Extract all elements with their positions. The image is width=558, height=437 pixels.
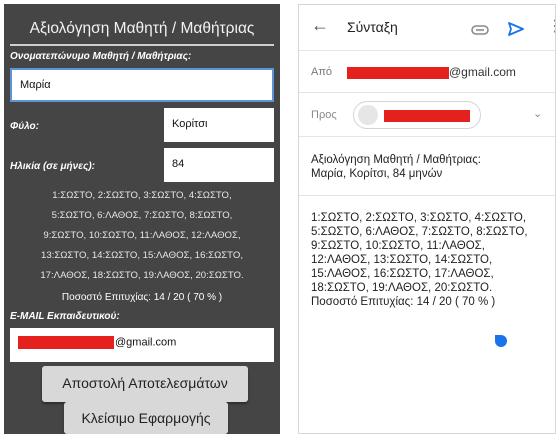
gender-label: Φύλο: [10,121,39,132]
redacted-email-bar [18,336,114,349]
from-label: Από [311,66,333,78]
back-arrow-icon[interactable]: ← [311,15,329,36]
results-line: 13:ΣΩΣΤΟ, 14:ΣΩΣΤΟ, 15:ΛΑΘΟΣ, 16:ΣΩΣΤΟ, [40,250,243,261]
text-cursor-handle[interactable] [495,335,507,347]
success-score: Ποσοστό Επιτυχίας: 14 / 20 ( 70 % ) [61,292,223,303]
more-vert-icon[interactable]: ⋮ [547,16,555,36]
subject-line: Μαρία, Κορίτσι, 84 μηνών [311,168,443,180]
chevron-down-icon[interactable]: ⌄ [533,107,542,120]
student-name-input[interactable]: Μαρία [10,68,274,102]
to-row[interactable]: Προς ⌄ [299,93,555,137]
email-domain: @gmail.com [115,336,177,349]
from-row: Από @gmail.com [299,51,555,93]
redacted-sender-bar [347,67,449,79]
subject-divider [299,195,555,196]
subject-field[interactable]: Αξιολόγηση Μαθητή / Μαθήτριας: Μαρία, Κο… [311,153,549,181]
name-label: Ονοματεπώνυμο Μαθητή / Μαθήτριας: [10,51,192,62]
subject-line: Αξιολόγηση Μαθητή / Μαθήτριας: [311,154,481,166]
results-list: 1:ΣΩΣΤΟ, 2:ΣΩΣΤΟ, 3:ΣΩΣΤΟ, 4:ΣΩΣΤΟ, 5:ΣΩ… [10,186,274,286]
compose-title: Σύνταξη [347,19,398,35]
close-app-button[interactable]: Κλείσιμο Εφαρμογής [64,402,228,434]
attachment-icon[interactable] [471,25,489,35]
send-results-button[interactable]: Αποστολή Αποτελεσμάτων [42,366,248,402]
results-line: 1:ΣΩΣΤΟ, 2:ΣΩΣΤΟ, 3:ΣΩΣΤΟ, 4:ΣΩΣΤΟ, [52,190,232,201]
sender-domain: @gmail.com [449,65,516,79]
age-label: Ηλικία (σε μήνες): [10,161,95,172]
teacher-email-input[interactable]: @gmail.com [10,328,274,362]
redacted-recipient-bar [384,110,470,122]
avatar [358,105,378,125]
results-line: 5:ΣΩΣΤΟ, 6:ΛΑΘΟΣ, 7:ΣΩΣΤΟ, 8:ΣΩΣΤΟ, [51,210,233,221]
results-line: 9:ΣΩΣΤΟ, 10:ΣΩΣΤΟ, 11:ΛΑΘΟΣ, 12:ΛΑΘΟΣ, [43,230,241,241]
teacher-email-label: E-MAIL Εκπαιδευτικού: [10,311,120,322]
gender-input[interactable]: Κορίτσι [164,108,274,142]
age-input[interactable]: 84 [164,148,274,182]
results-line: 17:ΛΑΘΟΣ, 18:ΣΩΣΤΟ, 19:ΛΑΘΟΣ, 20:ΣΩΣΤΟ. [40,270,244,281]
send-icon[interactable] [507,21,525,37]
recipient-chip[interactable] [353,101,481,129]
to-label: Προς [311,109,337,121]
mail-compose-panel: ← Σύνταξη ⋮ Από @gmail.com Προς ⌄ Αξιολό… [298,4,556,434]
message-body[interactable]: 1:ΣΩΣΤΟ, 2:ΣΩΣΤΟ, 3:ΣΩΣΤΟ, 4:ΣΩΣΤΟ, 5:ΣΩ… [311,211,549,309]
title-divider [10,44,274,46]
form-title: Αξιολόγηση Μαθητή / Μαθήτριας [29,20,255,37]
evaluation-form-panel: Αξιολόγηση Μαθητή / Μαθήτριας Ονοματεπών… [4,4,280,434]
compose-app-bar: ← Σύνταξη ⋮ [299,5,555,51]
